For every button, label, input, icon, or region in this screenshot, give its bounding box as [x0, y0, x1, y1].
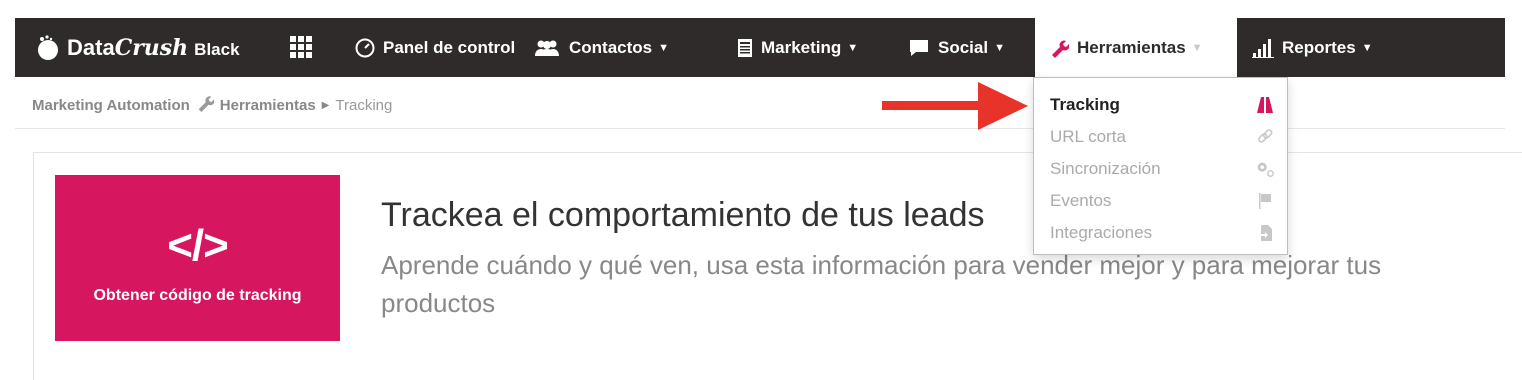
dropdown-item-label: Eventos: [1050, 191, 1112, 210]
brand-logo[interactable]: Data Crush Black: [35, 18, 240, 77]
tracking-card-label: Obtener código de tracking: [93, 287, 302, 304]
dropdown-item-label: Sincronización: [1050, 159, 1161, 178]
dropdown-item-label: Integraciones: [1050, 223, 1153, 242]
code-icon: </>: [167, 221, 229, 270]
breadcrumb-section[interactable]: Herramientas: [220, 97, 316, 114]
app-logo-icon: [38, 34, 58, 60]
caret-right-icon: ▶: [321, 99, 330, 111]
nav-panel-label: Panel de control: [383, 37, 516, 57]
gears-icon: [1255, 159, 1275, 179]
nav-contactos-label: Contactos: [569, 37, 653, 57]
apps-grid-icon[interactable]: [290, 36, 312, 58]
breadcrumb-root[interactable]: Marketing Automation: [32, 97, 190, 114]
users-icon: [533, 39, 561, 57]
nav-herramientas[interactable]: Herramientas ▼: [1035, 18, 1237, 77]
chevron-down-icon: ▼: [1191, 41, 1203, 54]
dashboard-icon: [355, 38, 375, 58]
chevron-down-icon: ▼: [1361, 41, 1373, 54]
wrench-icon: [196, 94, 215, 116]
dropdown-item-tracking[interactable]: Tracking: [1050, 90, 1275, 120]
nav-panel-de-control[interactable]: Panel de control: [355, 18, 515, 77]
road-icon: [1255, 95, 1275, 115]
brand-data-text: Data: [67, 34, 115, 60]
nav-marketing[interactable]: Marketing ▼: [737, 18, 858, 77]
breadcrumb-current: Tracking: [335, 96, 393, 114]
annotation-arrow: [882, 82, 1028, 130]
bar-chart-icon: [1252, 38, 1274, 58]
nav-social[interactable]: Social ▼: [908, 18, 1005, 77]
herramientas-dropdown: Tracking URL corta Sincronización Evento…: [1033, 77, 1288, 255]
nav-marketing-label: Marketing: [761, 37, 842, 57]
hero-subtitle: Aprende cuándo y qué ven, usa esta infor…: [381, 250, 1382, 318]
nav-contactos[interactable]: Contactos ▼: [533, 18, 669, 77]
top-navbar: Data Crush Black Panel de control Contac…: [15, 18, 1505, 77]
nav-reportes-label: Reportes: [1282, 37, 1356, 57]
dropdown-item-label: URL corta: [1050, 127, 1126, 146]
nav-social-label: Social: [938, 37, 989, 57]
brand-crush-text: Crush: [114, 34, 189, 61]
dropdown-item-url-corta[interactable]: URL corta: [1050, 122, 1275, 152]
chevron-down-icon: ▼: [994, 41, 1005, 54]
nav-herramientas-label: Herramientas: [1077, 37, 1186, 57]
hero-title: Trackea el comportamiento de tus leads: [381, 196, 985, 234]
newspaper-icon: [737, 38, 753, 58]
dropdown-item-eventos[interactable]: Eventos: [1050, 186, 1275, 216]
chat-bubble-icon: [908, 38, 930, 58]
wrench-icon: [1049, 38, 1069, 58]
dropdown-item-integraciones[interactable]: Integraciones: [1050, 218, 1275, 248]
get-tracking-code-button[interactable]: </> Obtener código de tracking: [55, 175, 340, 341]
brand-black-text: Black: [194, 39, 240, 59]
dropdown-item-sincronizacion[interactable]: Sincronización: [1050, 154, 1275, 184]
breadcrumb: Marketing Automation Herramientas ▶ Trac…: [32, 94, 392, 116]
file-import-icon: [1255, 223, 1275, 243]
nav-reportes[interactable]: Reportes ▼: [1252, 18, 1373, 77]
flag-icon: [1255, 191, 1275, 211]
link-icon: [1255, 127, 1275, 147]
chevron-down-icon: ▼: [847, 41, 859, 54]
dropdown-item-label: Tracking: [1050, 95, 1120, 114]
chevron-down-icon: ▼: [658, 41, 670, 54]
